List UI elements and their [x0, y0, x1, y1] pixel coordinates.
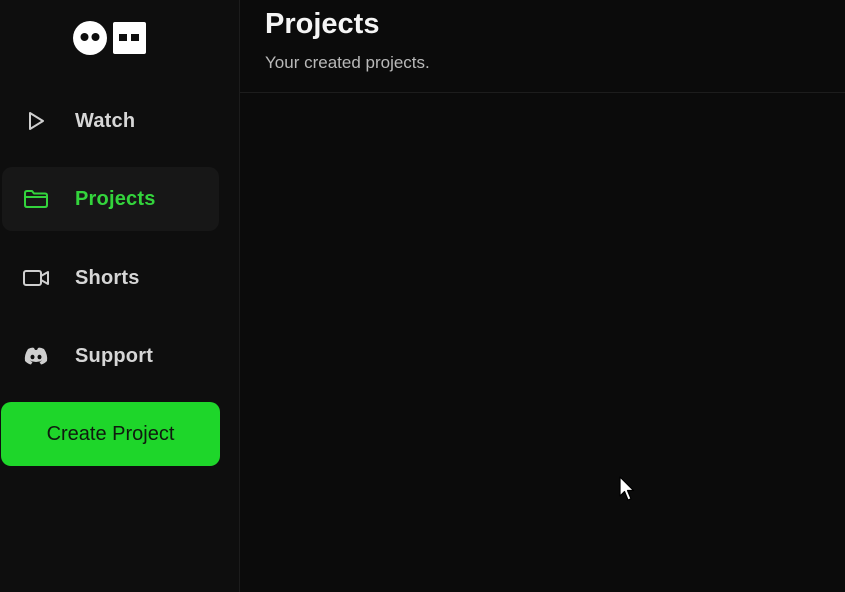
page-header: Projects Your created projects. [240, 0, 845, 93]
sidebar-item-projects[interactable]: Projects [2, 167, 219, 231]
sidebar-item-label: Support [75, 344, 154, 367]
play-icon [22, 109, 50, 133]
create-project-button[interactable]: Create Project [1, 402, 220, 466]
app-window: Watch Projects Shorts Support Create Pro… [0, 0, 845, 592]
sidebar-item-shorts[interactable]: Shorts [2, 246, 219, 310]
page-subtitle: Your created projects. [265, 53, 430, 72]
sidebar-item-watch[interactable]: Watch [2, 89, 219, 153]
app-logo[interactable] [73, 20, 148, 56]
discord-icon [22, 344, 50, 368]
mouse-cursor-icon [619, 476, 635, 501]
folder-icon [22, 187, 50, 211]
sidebar-item-label: Projects [75, 187, 156, 210]
video-camera-icon [22, 266, 50, 290]
main-content: Projects Your created projects. [240, 0, 845, 592]
sidebar-item-support[interactable]: Support [2, 324, 219, 388]
sidebar: Watch Projects Shorts Support Create Pro… [0, 0, 240, 592]
page-title: Projects [265, 8, 380, 40]
sidebar-item-label: Shorts [75, 266, 140, 289]
projects-list-area [240, 93, 845, 592]
logo-icon [73, 21, 146, 55]
sidebar-item-label: Watch [75, 109, 136, 132]
